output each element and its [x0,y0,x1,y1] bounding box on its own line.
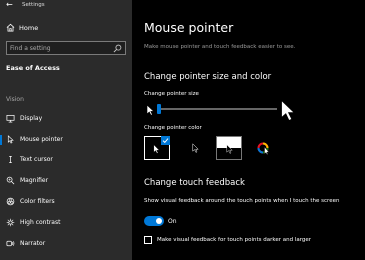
narrator-icon [6,240,15,247]
color-filters-icon [6,197,15,206]
home-nav-item[interactable]: Home [6,23,126,35]
search-box[interactable] [6,41,126,55]
home-label: Home [19,24,39,32]
toggle-state-label: On [168,218,177,225]
page-description: Make mouse pointer and touch feedback ea… [144,44,296,50]
mouse-pointer-icon [7,135,14,144]
window-title: Settings [22,2,45,8]
pointer-size-label: Change pointer size [144,91,199,97]
sidebar-item-magnifier[interactable]: Magnifier [0,173,132,189]
custom-color-option[interactable] [252,136,274,160]
sidebar-item-label: Color filters [20,198,55,205]
sidebar-item-narrator[interactable]: Narrator [0,236,132,252]
large-pointer-icon [281,99,296,122]
black-pointer-icon [192,143,199,153]
text-cursor-icon [9,155,12,164]
category-heading: Ease of Access [6,64,60,72]
monitor-icon [6,114,15,123]
sidebar-item-label: Display [20,115,43,122]
section-label-vision: Vision [6,96,24,103]
inverted-pointer-option[interactable] [216,136,242,160]
sidebar-item-label: Mouse pointer [20,136,63,143]
touch-feedback-heading: Change touch feedback [144,178,245,188]
white-pointer-icon [153,144,160,154]
white-pointer-option[interactable] [144,136,170,160]
main-content: Mouse pointer Make mouse pointer and tou… [132,0,365,260]
page-title: Mouse pointer [144,20,234,35]
touch-feedback-label: Show visual feedback around the touch po… [144,198,340,204]
sidebar-item-label: Narrator [20,240,46,247]
search-icon[interactable] [113,44,122,53]
pointer-color-label: Change pointer color [144,125,202,131]
sidebar-item-mouse-pointer[interactable]: Mouse pointer [0,132,132,148]
pointer-size-color-heading: Change pointer size and color [144,72,272,82]
pointer-size-slider-track[interactable] [161,108,277,110]
sidebar-item-text-cursor[interactable]: Text cursor [0,152,132,168]
sidebar-item-high-contrast[interactable]: High contrast [0,215,132,231]
sidebar-item-label: Magnifier [20,177,49,184]
black-pointer-option[interactable] [184,136,206,160]
magnifier-icon [6,176,15,185]
darker-feedback-label: Make visual feedback for touch points da… [157,237,312,243]
touch-feedback-toggle[interactable] [144,216,164,226]
title-bar: ← Settings [0,0,132,14]
selected-check-badge [161,136,170,145]
color-wheel-icon [257,142,270,155]
sidebar-item-display[interactable]: Display [0,111,132,127]
sidebar: ← Settings Home Ease of Access Vision Di… [0,0,132,260]
toggle-knob [156,218,162,224]
checkmark-icon [162,138,169,144]
selection-indicator [0,135,2,145]
sidebar-item-label: High contrast [20,219,61,226]
small-pointer-icon [146,104,155,116]
inverted-pointer-icon [226,144,233,154]
pointer-size-slider-thumb[interactable] [157,104,161,114]
high-contrast-icon [6,218,15,227]
back-arrow-icon[interactable]: ← [6,0,13,9]
search-input[interactable] [10,44,110,53]
sidebar-item-label: Text cursor [20,156,53,163]
home-icon [6,23,15,32]
darker-feedback-checkbox[interactable] [144,236,152,244]
sidebar-item-color-filters[interactable]: Color filters [0,194,132,210]
